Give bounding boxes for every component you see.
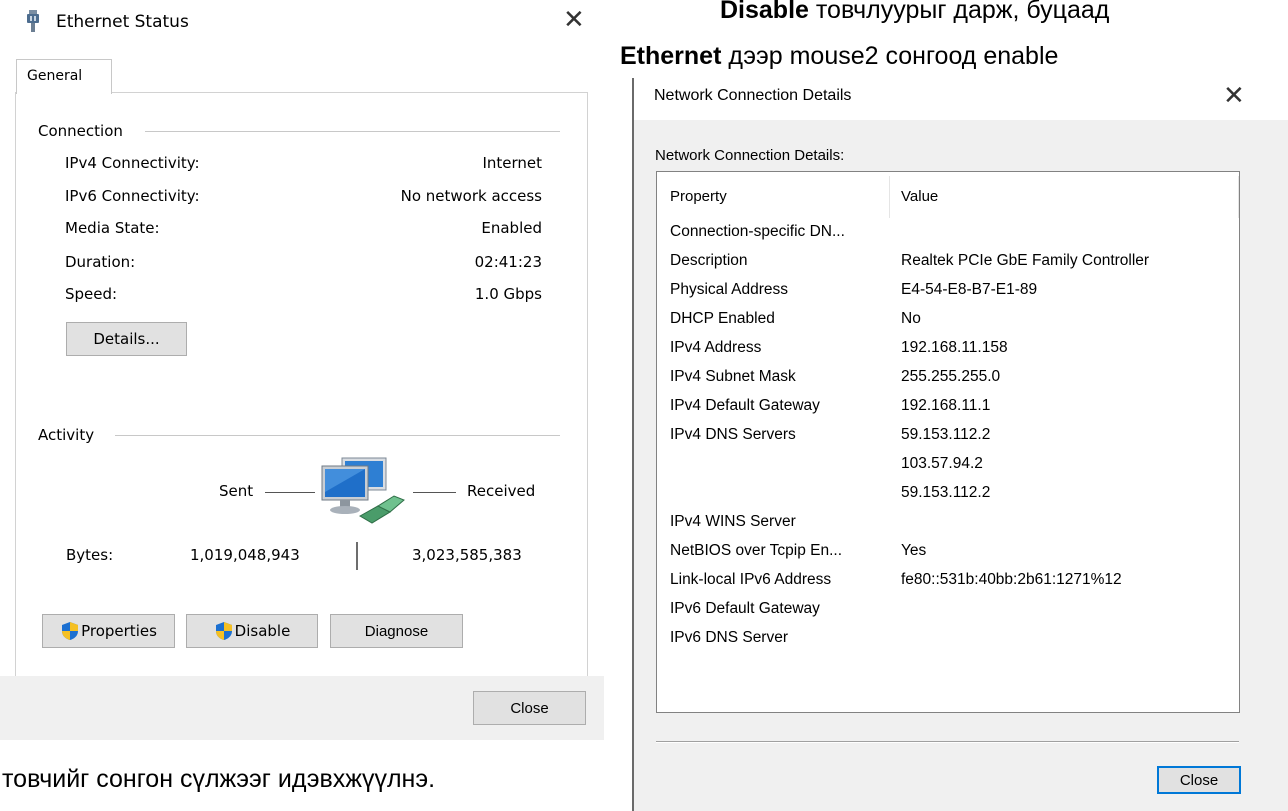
ipv6-connectivity-value: No network access — [400, 187, 542, 205]
duration-value: 02:41:23 — [474, 253, 542, 271]
column-separator[interactable] — [889, 176, 890, 218]
tab-panel — [15, 92, 588, 678]
speed-value: 1.0 Gbps — [474, 285, 542, 303]
close-button[interactable]: Close — [473, 691, 586, 725]
received-label: Received — [467, 482, 536, 500]
value-cell: 59.153.112.2 — [901, 484, 991, 501]
property-cell: IPv4 Default Gateway — [670, 397, 820, 414]
disable-button-label: Disable — [234, 622, 291, 640]
value-cell: E4-54-E8-B7-E1-89 — [901, 281, 1038, 298]
uac-shield-icon — [60, 621, 80, 641]
value-cell: No — [901, 310, 921, 327]
network-computers-icon — [320, 456, 408, 528]
ipv4-connectivity-value: Internet — [482, 154, 542, 172]
table-row[interactable]: NetBIOS over Tcpip En... Yes — [670, 542, 1230, 571]
column-header-property[interactable]: Property — [670, 188, 727, 205]
ipv4-connectivity-label: IPv4 Connectivity: — [65, 154, 200, 172]
table-row[interactable]: Description Realtek PCIe GbE Family Contr… — [670, 252, 1230, 281]
instruction-line-1: Disable товчлуурыг дарж, буцаад — [720, 0, 1109, 25]
ethernet-status-dialog: Ethernet Status ✕ General Connection IPv… — [0, 0, 604, 740]
details-dialog-title: Network Connection Details — [654, 87, 852, 104]
bytes-received-value: 3,023,585,383 — [412, 546, 522, 564]
table-row[interactable]: IPv6 DNS Server — [670, 629, 1230, 658]
value-cell: 103.57.94.2 — [901, 455, 983, 472]
received-line — [413, 492, 456, 493]
group-divider — [145, 131, 560, 132]
duration-label: Duration: — [65, 253, 136, 271]
diagnose-button[interactable]: Diagnose — [330, 614, 463, 648]
property-cell: IPv6 DNS Server — [670, 629, 789, 646]
activity-group-label: Activity — [38, 426, 103, 444]
property-cell: DHCP Enabled — [670, 310, 775, 327]
value-cell: 59.153.112.2 — [901, 426, 991, 443]
column-header-value[interactable]: Value — [901, 188, 938, 205]
media-state-label: Media State: — [65, 219, 160, 237]
table-row[interactable]: DHCP Enabled No — [670, 310, 1230, 339]
instruction-bold-ethernet: Ethernet — [620, 42, 722, 70]
table-row[interactable]: Link-local IPv6 Address fe80::531b:40bb:2… — [670, 571, 1230, 600]
table-row[interactable]: IPv4 Default Gateway 192.168.11.1 — [670, 397, 1230, 426]
value-cell: 192.168.11.158 — [901, 339, 1008, 356]
value-cell: 192.168.11.1 — [901, 397, 991, 414]
media-state-value: Enabled — [481, 219, 542, 237]
value-cell: fe80::531b:40bb:2b61:1271%12 — [901, 571, 1122, 588]
instruction-bold-disable: Disable — [720, 0, 809, 24]
property-cell: IPv4 DNS Servers — [670, 426, 796, 443]
column-separator[interactable] — [1238, 176, 1239, 218]
speed-label: Speed: — [65, 285, 118, 303]
property-cell: Connection-specific DN... — [670, 223, 845, 240]
table-row[interactable]: Connection-specific DN... — [670, 223, 1230, 252]
ipv6-connectivity-label: IPv6 Connectivity: — [65, 187, 200, 205]
table-row[interactable]: 59.153.112.2 — [670, 484, 1230, 513]
property-cell: Physical Address — [670, 281, 789, 298]
disable-button[interactable]: Disable — [186, 614, 318, 648]
property-cell: IPv4 Address — [670, 339, 762, 356]
value-cell: 255.255.255.0 — [901, 368, 1001, 385]
property-cell: IPv4 WINS Server — [670, 513, 796, 530]
dialog-title: Ethernet Status — [56, 12, 189, 32]
details-button[interactable]: Details... — [66, 322, 187, 356]
connection-group-label: Connection — [38, 122, 131, 140]
table-row[interactable]: IPv4 Address 192.168.11.158 — [670, 339, 1230, 368]
details-close-button[interactable]: Close — [1157, 766, 1241, 794]
property-cell: IPv6 Default Gateway — [670, 600, 820, 617]
table-row[interactable]: IPv6 Default Gateway — [670, 600, 1230, 629]
network-adapter-icon — [26, 10, 40, 32]
table-row[interactable]: IPv4 WINS Server — [670, 513, 1230, 542]
instruction-line-2-text: дээр mouse2 сонгоод enable — [728, 42, 1059, 70]
table-row[interactable]: 103.57.94.2 — [670, 455, 1230, 484]
group-divider — [115, 435, 560, 436]
table-row[interactable]: IPv4 DNS Servers 59.153.112.2 — [670, 426, 1230, 455]
instruction-line-3: товчийг сонгон сүлжээг идэвхжүүлнэ. — [2, 765, 436, 793]
property-cell: IPv4 Subnet Mask — [670, 368, 796, 385]
tab-general-label: General — [27, 68, 83, 84]
bytes-sent-value: 1,019,048,943 — [190, 546, 300, 564]
close-icon[interactable]: ✕ — [563, 6, 585, 34]
bytes-label: Bytes: — [66, 546, 114, 564]
instruction-line-1-text: товчлуурыг дарж, буцаад — [815, 0, 1110, 24]
value-cell: Yes — [901, 542, 927, 559]
properties-button-label: Properties — [81, 622, 157, 640]
property-cell: Link-local IPv6 Address — [670, 571, 832, 588]
instruction-line-2: Ethernet дээр mouse2 сонгоод enable — [620, 42, 1058, 71]
value-cell: Realtek PCIe GbE Family Controller — [901, 252, 1150, 269]
footer-divider-highlight — [656, 742, 1239, 743]
details-list-label: Network Connection Details: — [655, 147, 845, 164]
property-cell: NetBIOS over Tcpip En... — [670, 542, 843, 559]
sent-line — [265, 492, 315, 493]
sent-label: Sent — [219, 482, 254, 500]
close-icon[interactable]: ✕ — [1223, 82, 1245, 110]
uac-shield-icon — [214, 621, 234, 641]
properties-button[interactable]: Properties — [42, 614, 175, 648]
property-cell: Description — [670, 252, 748, 269]
bytes-divider — [356, 542, 358, 570]
table-row[interactable]: IPv4 Subnet Mask 255.255.255.0 — [670, 368, 1230, 397]
table-row[interactable]: Physical Address E4-54-E8-B7-E1-89 — [670, 281, 1230, 310]
